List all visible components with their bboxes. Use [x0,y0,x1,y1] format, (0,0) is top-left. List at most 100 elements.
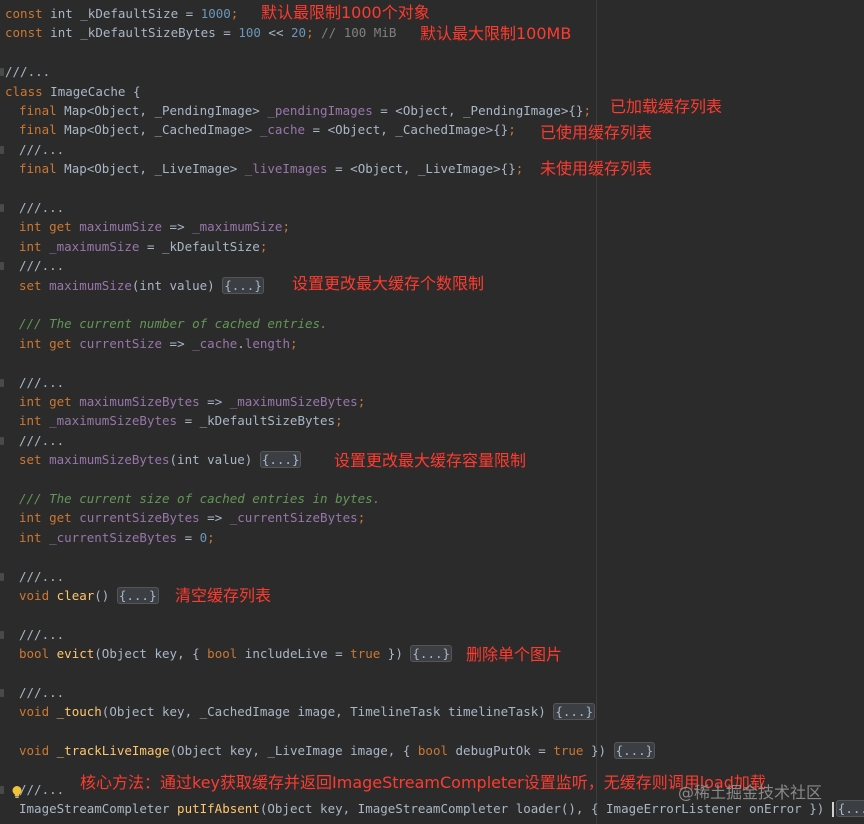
fold-marker-icon[interactable] [0,204,4,212]
code-token: maximumSizeBytes [79,394,200,409]
code-line[interactable]: int _currentSizeBytes = 0; [0,528,864,547]
code-token: int [19,219,42,235]
folded-region[interactable]: {...} [553,703,595,721]
code-text: ///... [19,256,64,275]
code-text: const int _kDefaultSizeBytes = 100 << 20… [5,23,396,42]
code-token: ///... [19,200,65,215]
code-line[interactable]: ///... [0,625,864,644]
fold-marker-icon[interactable] [0,689,4,697]
code-token: class [5,83,43,99]
folded-region[interactable]: {...} [259,451,302,469]
code-line[interactable]: ///... [0,431,864,450]
code-token: true [553,743,584,759]
annotation-default-size: 默认最限制1000个对象 [261,3,430,22]
code-line[interactable] [0,179,864,198]
folded-region[interactable]: {...} [222,276,264,294]
code-token: maximumSize [49,277,132,293]
code-text: ///... [19,780,64,799]
code-token: = <Object, _LiveImage>{} [327,161,516,177]
code-text: ///... [19,198,64,217]
code-line[interactable]: ///... [0,256,864,275]
code-text: void _trackLiveImage(Object key, _LiveIm… [19,741,656,760]
code-line[interactable]: int get maximumSize => _maximumSize; [0,217,864,236]
fold-marker-icon[interactable] [0,572,4,581]
code-line[interactable]: ///... [0,567,864,586]
code-line[interactable]: /// The current size of cached entries i… [0,489,864,508]
lightbulb-icon[interactable] [10,785,24,799]
code-token: ImageCache { [42,83,141,99]
code-line[interactable]: final Map<Object, _PendingImage> _pendin… [0,101,864,120]
code-line[interactable]: final Map<Object, _LiveImage> _liveImage… [0,159,864,178]
folded-region[interactable]: {...} [410,645,453,663]
code-token: final [19,103,57,118]
code-line[interactable]: ///... [0,62,864,81]
folded-region[interactable]: {...} [835,800,864,818]
code-line[interactable] [0,722,864,741]
code-text: int _maximumSize = _kDefaultSize; [19,237,267,256]
code-line[interactable]: ///... [0,683,864,702]
code-token: ; [335,413,343,429]
fold-marker-icon[interactable] [0,145,4,154]
code-line[interactable] [0,664,864,683]
code-line[interactable]: ///... [0,140,864,159]
fold-marker-icon[interactable] [0,68,4,77]
code-token: (Object key, ImageStreamCompleter loader… [259,801,832,817]
code-token: => [162,335,193,351]
code-token: Map<Object, _CachedImage> [56,122,260,138]
code-token: (Object key, _LiveImage image, { [169,743,418,759]
code-token: _currentSizeBytes [229,510,358,526]
fold-marker-icon[interactable] [0,378,4,387]
code-line[interactable]: int get currentSize => _cache.length; [0,334,864,353]
code-line[interactable]: ///... [0,373,864,392]
fold-marker-icon[interactable] [0,630,4,639]
annotation-live-images: 未使用缓存列表 [540,159,653,178]
watermark: @稀土掘金技术社区 [678,783,823,802]
code-token: 100 [238,25,261,41]
code-line[interactable]: /// The current number of cached entries… [0,314,864,333]
code-token: (Object key, _CachedImage image, Timelin… [101,704,554,720]
code-line[interactable] [0,295,864,314]
code-token: int [19,510,42,526]
code-line[interactable]: bool evict(Object key, { bool includeLiv… [0,644,864,663]
code-line[interactable] [0,470,864,489]
code-line[interactable]: int get currentSizeBytes => _currentSize… [0,508,864,527]
code-line[interactable]: int get maximumSizeBytes => _maximumSize… [0,392,864,411]
folded-region[interactable]: {...} [613,742,656,760]
code-token: set [19,277,42,293]
annotation-set-max-size: 设置更改最大缓存个数限制 [292,274,485,293]
code-token: /// The current size of cached entries i… [19,491,381,506]
code-line[interactable] [0,43,864,62]
code-line[interactable]: void clear() {...} [0,586,864,605]
code-line[interactable]: ///... [0,198,864,217]
code-text: ///... [19,683,64,702]
code-token: ; [259,238,268,254]
folded-region[interactable]: {...} [116,587,159,604]
code-token: _trackLiveImage [56,743,170,759]
code-token: = [177,529,200,545]
code-line[interactable] [0,547,864,566]
code-line[interactable] [0,353,864,372]
code-token: ///... [5,64,51,80]
code-line[interactable]: void _touch(Object key, _CachedImage ima… [0,702,864,721]
code-line[interactable]: int _maximumSize = _kDefaultSize; [0,237,864,256]
code-line[interactable]: final Map<Object, _CachedImage> _cache =… [0,120,864,139]
fold-marker-icon[interactable] [0,786,4,794]
code-line[interactable] [0,605,864,624]
code-line[interactable]: void _trackLiveImage(Object key, _LiveIm… [0,741,864,760]
code-token: _currentSizeBytes [49,529,178,545]
code-token: const [5,25,43,41]
code-line[interactable]: const int _kDefaultSize = 1000; [0,4,864,23]
code-line[interactable]: class ImageCache { [0,82,864,101]
code-token: maximumSizeBytes [49,452,170,468]
code-editor[interactable]: const int _kDefaultSize = 1000; const int… [0,0,864,824]
code-token: final [19,122,57,138]
code-token: ; [515,161,524,177]
fold-marker-icon[interactable] [0,436,4,445]
fold-marker-icon[interactable] [0,262,4,271]
code-token: true [350,646,381,662]
code-token: int [19,394,42,409]
annotation-set-max-bytes: 设置更改最大缓存容量限制 [334,451,527,470]
code-line[interactable]: int _maximumSizeBytes = _kDefaultSizeByt… [0,411,864,430]
